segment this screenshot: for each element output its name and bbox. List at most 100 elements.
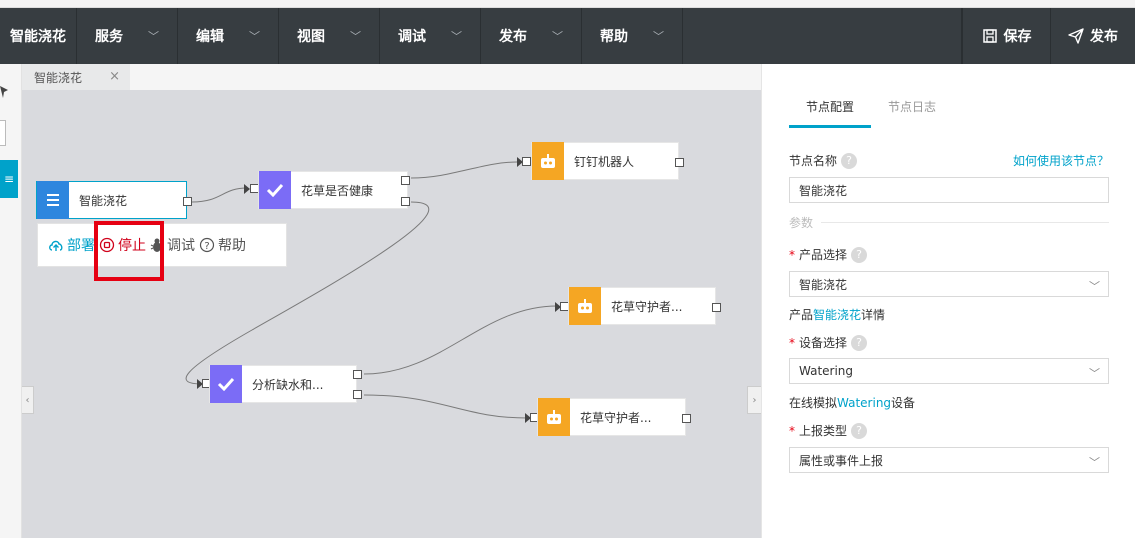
menu-publish[interactable]: 发布 ﹀ — [481, 8, 582, 64]
output-port[interactable] — [183, 197, 192, 206]
node-label: 智能浇花 — [79, 193, 128, 208]
close-icon[interactable]: × — [109, 69, 120, 84]
deploy-label: 部署 — [67, 238, 95, 254]
left-toolbar: ≡ — [0, 64, 22, 538]
menu-service[interactable]: 服务 ﹀ — [77, 8, 178, 64]
upload-cloud-icon — [49, 240, 63, 251]
report-type-row: * 上报类型 ? — [789, 422, 1109, 439]
save-button[interactable]: 保存 — [962, 8, 1050, 64]
chevron-down-icon: ﹀ — [552, 30, 563, 43]
output-port-true[interactable] — [353, 370, 362, 379]
node-name-value: 智能浇花 — [799, 183, 848, 198]
chevron-down-icon: ﹀ — [653, 30, 664, 43]
question-icon[interactable]: ? — [851, 246, 868, 263]
product-detail-link[interactable]: 智能浇花 — [813, 306, 861, 323]
output-port[interactable] — [682, 414, 691, 423]
chevron-down-icon: ﹀ — [350, 30, 361, 43]
node-trigger[interactable]: 智能浇花 — [36, 180, 187, 219]
node-guardian-2[interactable]: 花草守护者... — [537, 397, 686, 436]
question-icon[interactable]: ? — [851, 422, 868, 439]
menu-help[interactable]: 帮助 ﹀ — [582, 8, 683, 64]
node-dingtalk-robot[interactable]: 钉钉机器人 — [531, 141, 679, 180]
stop-label: 停止 — [118, 238, 146, 254]
menu-debug-label: 调试 — [398, 29, 426, 45]
publish-button[interactable]: 发布 — [1050, 8, 1135, 64]
chevron-down-icon: ﹀ — [148, 30, 159, 43]
output-port-false[interactable] — [353, 390, 362, 399]
output-port-true[interactable] — [401, 176, 410, 185]
chevron-down-icon: ﹀ — [1089, 367, 1100, 380]
chevron-down-icon: ﹀ — [1089, 280, 1100, 293]
sim-device-link[interactable]: Watering — [837, 396, 891, 410]
debug-label: 调试 — [167, 238, 195, 254]
toolbar-box-tool[interactable] — [0, 120, 6, 146]
save-label: 保存 — [1003, 29, 1032, 45]
output-port-false[interactable] — [401, 197, 410, 206]
menu-debug[interactable]: 调试 ﹀ — [380, 8, 481, 64]
menu-edit-label: 编辑 — [196, 29, 224, 45]
device-label: 设备选择 — [799, 336, 848, 350]
trigger-icon — [37, 180, 69, 219]
node-context-toolbar: 部署 停止 调试 ? 帮助 — [37, 223, 287, 267]
help-button[interactable]: ? 帮助 — [199, 235, 246, 255]
tab-node-config[interactable]: 节点配置 — [789, 90, 872, 128]
node-analyze-water[interactable]: 分析缺水和... — [209, 364, 357, 403]
report-type-select[interactable]: 属性或事件上报 ﹀ — [789, 447, 1109, 473]
flow-canvas[interactable]: 智能浇花 花草是否健康 钉钉机器人 花草守护者... 分析缺水和... 花草守护… — [22, 90, 761, 538]
sim-suffix: 设备 — [891, 396, 916, 410]
check-icon — [210, 364, 242, 403]
device-value: Watering — [799, 364, 854, 378]
save-icon — [982, 29, 997, 43]
divider — [821, 222, 1109, 223]
menu-view[interactable]: 视图 ﹀ — [279, 8, 380, 64]
stop-button[interactable]: 停止 — [99, 235, 146, 255]
collapse-right-icon[interactable]: › — [747, 386, 761, 414]
params-label: 参数 — [789, 216, 814, 230]
tab-label: 智能浇花 — [34, 70, 83, 85]
svg-text:?: ? — [204, 241, 209, 252]
product-detail-suffix: 详情 — [861, 308, 886, 322]
question-icon[interactable]: ? — [851, 334, 868, 351]
node-name-label: 节点名称 — [789, 154, 838, 168]
help-circle-icon: ? — [199, 237, 215, 253]
tab-smart-watering[interactable]: 智能浇花 × — [22, 64, 130, 90]
product-row: * 产品选择 ? — [789, 246, 1109, 263]
device-select[interactable]: Watering ﹀ — [789, 358, 1109, 384]
stop-icon — [99, 237, 115, 253]
list-icon[interactable]: ≡ — [0, 160, 18, 198]
chevron-down-icon: ﹀ — [249, 30, 260, 43]
simulate-row: 在线模拟 Watering 设备 — [789, 394, 1109, 411]
product-detail-prefix: 产品 — [789, 308, 814, 322]
node-label: 花草守护者... — [580, 410, 652, 425]
help-label: 帮助 — [218, 238, 246, 254]
device-row: * 设备选择 ? — [789, 334, 1109, 351]
question-icon[interactable]: ? — [841, 152, 858, 169]
check-icon — [259, 170, 291, 209]
publish-label: 发布 — [1090, 29, 1118, 45]
output-port[interactable] — [675, 158, 684, 167]
menu-edit[interactable]: 编辑 ﹀ — [178, 8, 279, 64]
product-select[interactable]: 智能浇花 ﹀ — [789, 271, 1109, 297]
send-icon — [1068, 28, 1084, 44]
how-to-use-link[interactable]: 如何使用该节点？ — [1013, 152, 1109, 169]
pointer-icon[interactable] — [0, 86, 8, 98]
output-port[interactable] — [712, 303, 721, 312]
node-guardian-1[interactable]: 花草守护者... — [568, 286, 716, 325]
node-condition-health[interactable]: 花草是否健康 — [258, 170, 408, 209]
menu-service-label: 服务 — [95, 29, 123, 45]
node-name-input[interactable]: 智能浇花 — [789, 177, 1109, 203]
input-port[interactable] — [522, 157, 531, 166]
tab-strip: 智能浇花 × — [22, 64, 761, 90]
robot-icon — [532, 141, 564, 180]
chevron-down-icon: ﹀ — [1089, 456, 1100, 469]
node-label: 钉钉机器人 — [574, 154, 635, 169]
report-label: 上报类型 — [799, 424, 848, 438]
debug-button[interactable]: 调试 — [150, 235, 195, 255]
deploy-button[interactable]: 部署 — [48, 235, 95, 255]
product-label: 产品选择 — [799, 248, 848, 262]
menu-bar: 智能浇花 服务 ﹀ 编辑 ﹀ 视图 ﹀ 调试 ﹀ 发布 ﹀ 帮助 ﹀ 保存 发布 — [0, 8, 1135, 64]
node-label: 分析缺水和... — [252, 377, 324, 392]
collapse-left-icon[interactable]: ‹ — [22, 386, 34, 414]
tab-node-log[interactable]: 节点日志 — [871, 90, 953, 128]
browser-bookmark-strip — [0, 0, 1135, 8]
